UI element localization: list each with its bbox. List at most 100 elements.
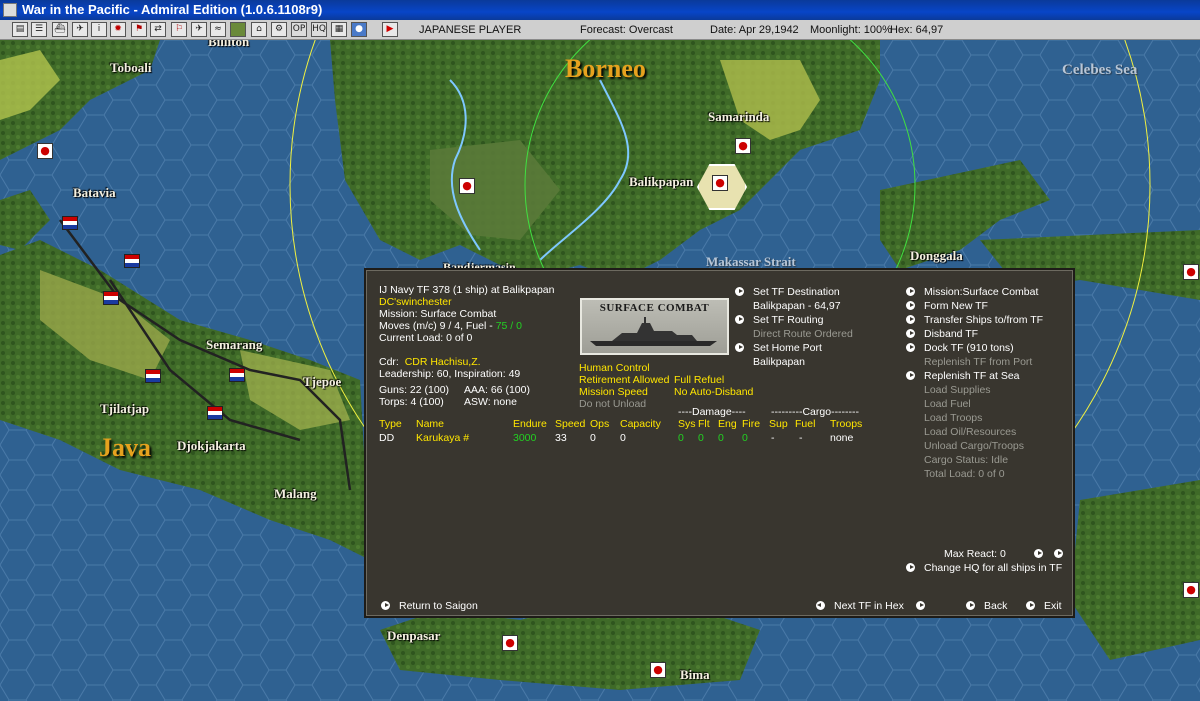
swap-icon[interactable]: ⇄ [150, 22, 166, 37]
col-type: Type [379, 418, 402, 430]
increase-react-icon[interactable] [1034, 549, 1043, 558]
list-icon[interactable]: ☰ [31, 22, 47, 37]
load-supplies-button[interactable]: Load Supplies [924, 384, 991, 396]
prev-tf-icon[interactable] [816, 601, 825, 610]
col-troops: Troops [830, 418, 863, 430]
load-fuel-button[interactable]: Load Fuel [924, 398, 971, 410]
rising-sun-base-icon[interactable]: ● [502, 635, 518, 651]
row-type: DD [379, 432, 395, 444]
map-label-djokjakarta: Djokjakarta [177, 438, 246, 453]
commander-row: Cdr: CDR Hachisu,Z. [379, 356, 481, 368]
mission-image: SURFACE COMBAT [580, 298, 729, 355]
rising-sun-base-icon[interactable]: ● [735, 138, 751, 154]
flag-icon[interactable]: ⚑ [131, 22, 147, 37]
row-ship-name[interactable]: Karukaya # [416, 432, 469, 444]
dutch-flag-icon[interactable] [62, 216, 78, 230]
col-sup: Sup [769, 418, 788, 430]
hq-button[interactable]: HQ [311, 22, 327, 37]
dutch-flag-icon[interactable] [207, 406, 223, 420]
row-sys: 0 [678, 432, 684, 444]
unload-cargo-button[interactable]: Unload Cargo/Troops [924, 440, 1024, 452]
map-label-billiton: Billiton [208, 40, 250, 49]
exit-button[interactable]: Exit [1044, 600, 1062, 612]
arrow-icon [906, 301, 915, 310]
back-button[interactable]: Back [984, 600, 1007, 612]
total-load: Total Load: 0 of 0 [924, 468, 1005, 480]
dock-tf-button[interactable]: Dock TF (910 tons) [924, 342, 1014, 354]
arrow-icon [906, 315, 915, 324]
change-hq-button[interactable]: Change HQ for all ships in TF [924, 562, 1062, 574]
map-label-batavia: Batavia [73, 185, 116, 200]
info-icon[interactable]: i [91, 22, 107, 37]
calendar-icon[interactable]: ▦ [331, 22, 347, 37]
load-troops-button[interactable]: Load Troops [924, 412, 982, 424]
col-sys: Sys [678, 418, 696, 430]
rising-sun-base-icon[interactable]: ● [37, 143, 53, 159]
arrow-icon [906, 329, 915, 338]
tf-aaa: AAA: 66 (100) [464, 384, 530, 396]
report-icon[interactable]: ▤ [12, 22, 28, 37]
arrow-icon [966, 601, 975, 610]
set-home-port-button[interactable]: Set Home Port [753, 342, 822, 354]
form-new-tf-button[interactable]: Form New TF [924, 300, 988, 312]
group-icon[interactable]: ⌂ [251, 22, 267, 37]
col-ops: Ops [590, 418, 610, 430]
map-label-celebes-sea: Celebes Sea [1062, 62, 1138, 78]
return-to-base-button[interactable]: Return to Saigon [399, 600, 478, 612]
control-mode[interactable]: Human Control [579, 362, 650, 374]
row-troops: none [830, 432, 854, 444]
plane-icon[interactable]: ✈ [72, 22, 88, 37]
dutch-flag-icon[interactable] [103, 291, 119, 305]
transfer-ships-button[interactable]: Transfer Ships to/from TF [924, 314, 1043, 326]
max-react-icon[interactable] [1054, 549, 1063, 558]
next-tf-button[interactable]: Next TF in Hex [834, 600, 904, 612]
arrow-icon [735, 343, 744, 352]
commander-name[interactable]: CDR Hachisu,Z. [405, 356, 481, 368]
dutch-flag-icon[interactable] [229, 368, 245, 382]
commander-stats: Leadership: 60, Inspiration: 49 [379, 368, 521, 380]
window-title-bar: War in the Pacific - Admiral Edition (1.… [0, 0, 1200, 20]
dutch-flag-icon[interactable] [145, 369, 161, 383]
mission-speed-toggle[interactable]: Mission Speed [579, 386, 648, 398]
set-destination-button[interactable]: Set TF Destination [753, 286, 840, 298]
replenish-sea-button[interactable]: Replenish TF at Sea [924, 370, 1020, 382]
op-button[interactable]: OP [291, 22, 307, 37]
red-flag-icon[interactable]: ⚐ [171, 22, 187, 37]
tf-fuel-value: 75 / 0 [495, 320, 522, 332]
end-turn-icon[interactable]: ▶ [382, 22, 398, 37]
dutch-flag-icon[interactable] [124, 254, 140, 268]
refuel-toggle[interactable]: Full Refuel [674, 374, 724, 386]
map-label-borneo: Borneo [565, 54, 646, 83]
unload-toggle[interactable]: Do not Unload [579, 398, 646, 410]
next-tf-icon[interactable] [916, 601, 925, 610]
rising-sun-base-icon[interactable]: ● [459, 178, 475, 194]
rising-sun-base-icon[interactable]: ● [1183, 264, 1199, 280]
disband-tf-button[interactable]: Disband TF [924, 328, 978, 340]
map-label-semarang: Semarang [206, 337, 263, 352]
arrow-icon [906, 287, 915, 296]
replenish-port-button[interactable]: Replenish TF from Port [924, 356, 1032, 368]
row-eng: 0 [718, 432, 724, 444]
row-sup: - [771, 432, 775, 444]
toolbar: ▤ ☰ ⛴ ✈ i ✹ ⚑ ⇄ ⚐ ✈ ≈ ⌂ ⚙ OP HQ ▦ ● ▶ JA… [0, 20, 1200, 40]
map-label-java: Java [99, 433, 151, 462]
rising-sun-base-icon[interactable]: ● [650, 662, 666, 678]
set-routing-button[interactable]: Set TF Routing [753, 314, 823, 326]
globe-icon[interactable]: ● [351, 22, 367, 37]
rising-sun-icon[interactable]: ✹ [110, 22, 126, 37]
ship-icon[interactable]: ⛴ [52, 22, 68, 37]
load-oil-button[interactable]: Load Oil/Resources [924, 426, 1016, 438]
map-icon[interactable] [230, 22, 246, 37]
map-label-tjepoe: Tjepoe [303, 374, 342, 389]
ops-button[interactable]: ⚙ [271, 22, 287, 37]
plane-small-icon[interactable]: ✈ [191, 22, 207, 37]
retirement-toggle[interactable]: Retirement Allowed [579, 374, 669, 386]
col-flt: Flt [698, 418, 710, 430]
col-fuel: Fuel [795, 418, 816, 430]
rising-sun-base-icon[interactable]: ● [712, 175, 728, 191]
auto-disband-toggle[interactable]: No Auto-Disband [674, 386, 753, 398]
mission-button[interactable]: Mission:Surface Combat [924, 286, 1038, 298]
destination-value: Balikpapan - 64,97 [753, 300, 841, 312]
rising-sun-base-icon[interactable]: ● [1183, 582, 1199, 598]
ship-small-icon[interactable]: ≈ [210, 22, 226, 37]
